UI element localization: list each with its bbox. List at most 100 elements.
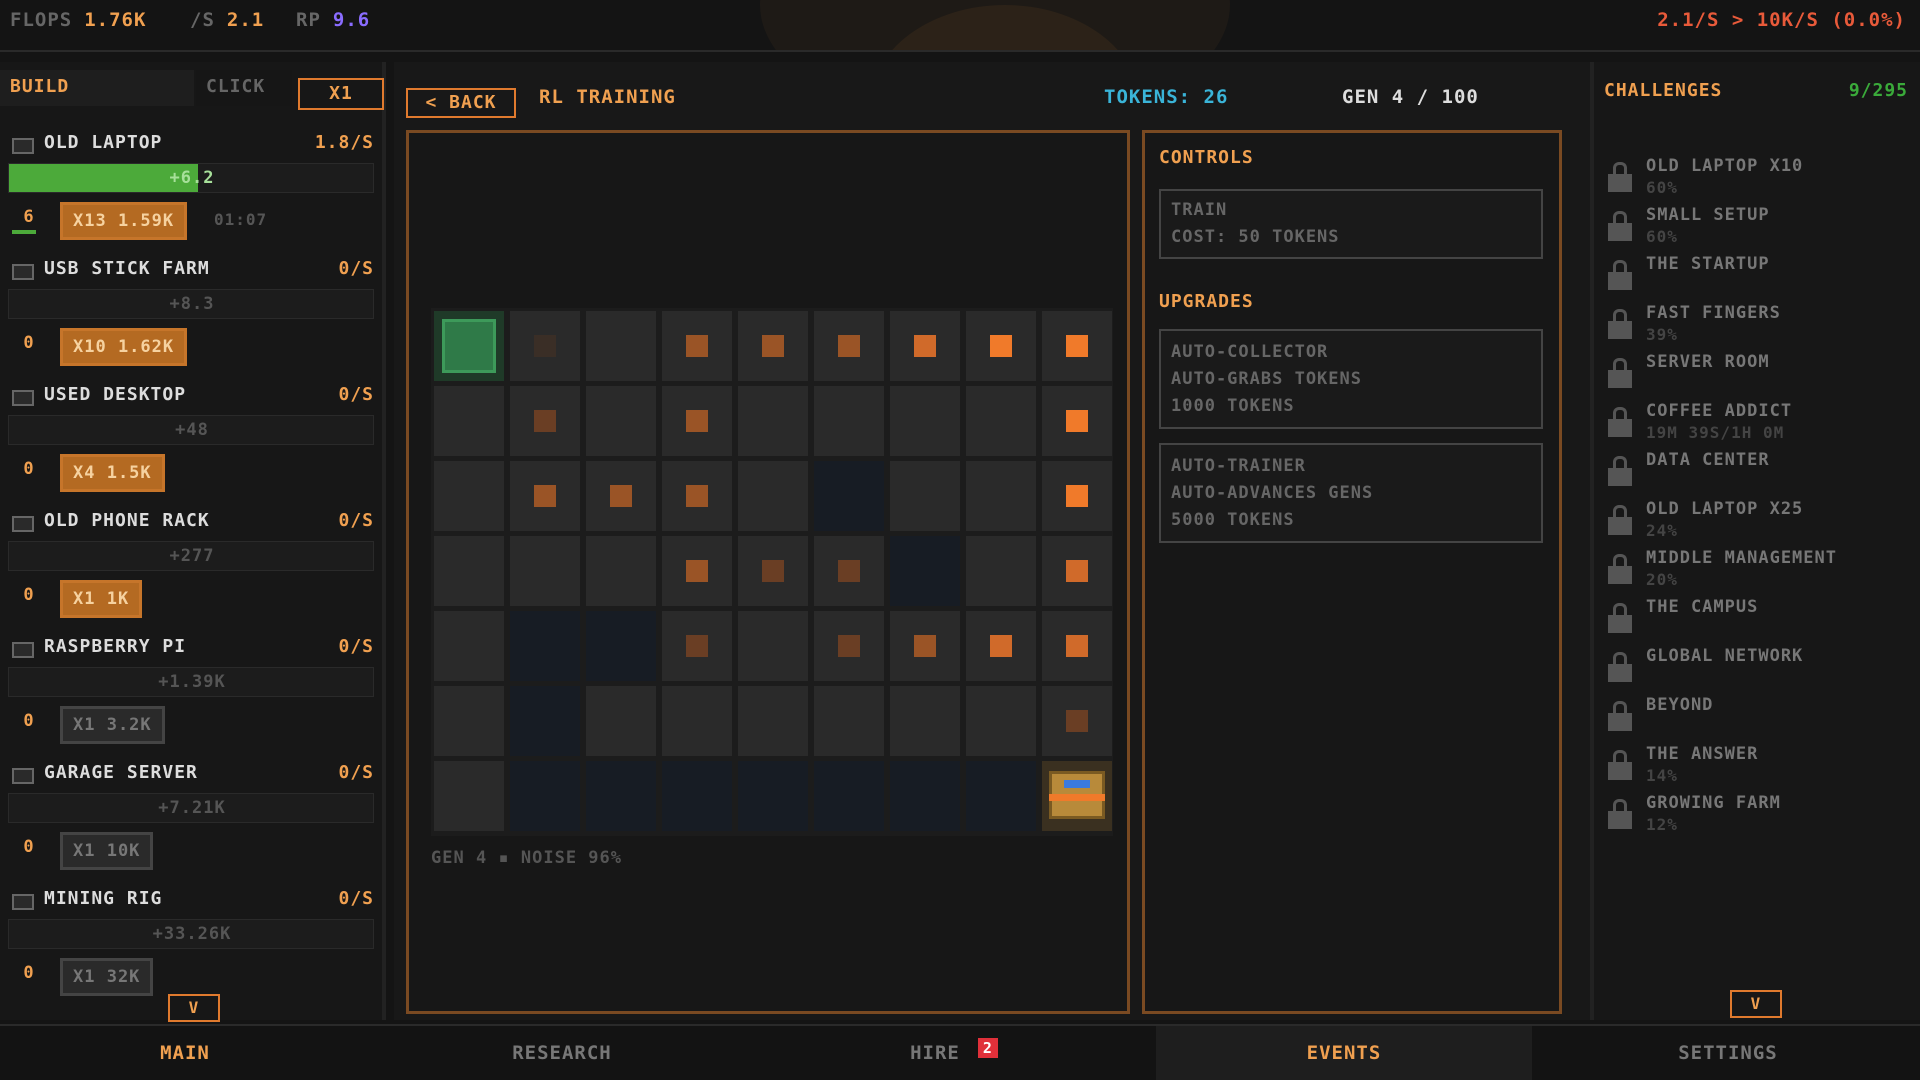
buy-button[interactable]: X1 1K [60,580,143,618]
item-progress-bar[interactable]: +7.21K [8,793,374,823]
grid-cell[interactable] [586,311,656,381]
challenge-item[interactable]: SMALL SETUP 60% [1608,203,1908,255]
grid-cell[interactable] [966,461,1036,531]
grid-cell[interactable] [662,461,732,531]
grid-cell[interactable] [434,536,504,606]
tab-hire[interactable]: HIRE 2 [754,1026,1154,1080]
grid-cell[interactable] [510,611,580,681]
grid-cell[interactable] [586,461,656,531]
item-progress-bar[interactable]: +1.39K [8,667,374,697]
item-progress-bar[interactable]: +33.26K [8,919,374,949]
grid-cell[interactable] [966,536,1036,606]
grid-cell[interactable] [738,311,808,381]
tab-main[interactable]: MAIN [0,1026,370,1080]
upgrade-auto-collector[interactable]: AUTO-COLLECTOR AUTO-GRABS TOKENS 1000 TO… [1159,329,1543,429]
grid-cell[interactable] [966,761,1036,831]
challenge-item[interactable]: OLD LAPTOP X10 60% [1608,154,1908,206]
grid-cell[interactable] [890,461,960,531]
grid-cell[interactable] [738,611,808,681]
train-button[interactable]: TRAIN COST: 50 TOKENS [1159,189,1543,259]
grid-cell[interactable] [510,686,580,756]
scroll-down-button[interactable]: V [1730,990,1782,1018]
grid-cell[interactable] [1042,311,1112,381]
grid-cell[interactable] [966,686,1036,756]
buy-button[interactable]: X1 3.2K [60,706,165,744]
grid-cell[interactable] [662,386,732,456]
grid-cell[interactable] [966,311,1036,381]
grid-cell[interactable] [510,761,580,831]
grid-cell[interactable] [738,686,808,756]
grid-cell[interactable] [1042,761,1112,831]
grid-cell[interactable] [814,611,884,681]
tab-settings[interactable]: SETTINGS [1536,1026,1920,1080]
grid-cell[interactable] [890,536,960,606]
tab-research[interactable]: RESEARCH [376,1026,748,1080]
grid-cell[interactable] [662,536,732,606]
grid-cell[interactable] [662,311,732,381]
tab-click[interactable]: CLICK [196,70,292,106]
grid-cell[interactable] [434,386,504,456]
grid-cell[interactable] [814,536,884,606]
grid-cell[interactable] [586,761,656,831]
grid-cell[interactable] [1042,461,1112,531]
grid-cell[interactable] [510,461,580,531]
challenge-item[interactable]: THE STARTUP [1608,252,1908,304]
tab-events[interactable]: EVENTS [1156,1026,1532,1080]
challenge-item[interactable]: DATA CENTER [1608,448,1908,500]
grid-cell[interactable] [738,386,808,456]
challenge-item[interactable]: THE CAMPUS [1608,595,1908,647]
challenge-item[interactable]: OLD LAPTOP X25 24% [1608,497,1908,549]
challenge-item[interactable]: COFFEE ADDICT 19M 39S/1H 0M [1608,399,1908,451]
grid-cell[interactable] [890,761,960,831]
grid-cell[interactable] [1042,686,1112,756]
buy-button[interactable]: X4 1.5K [60,454,165,492]
grid-cell[interactable] [662,761,732,831]
grid-cell[interactable] [814,311,884,381]
grid-cell[interactable] [586,386,656,456]
grid-cell[interactable] [662,611,732,681]
grid-cell[interactable] [586,686,656,756]
grid-cell[interactable] [434,686,504,756]
item-progress-bar[interactable]: +6.2 [8,163,374,193]
grid-cell[interactable] [1042,536,1112,606]
grid-cell[interactable] [814,461,884,531]
grid-cell[interactable] [814,386,884,456]
grid-cell[interactable] [738,761,808,831]
buy-button[interactable]: X1 32K [60,958,154,996]
grid-cell[interactable] [434,311,504,381]
grid-cell[interactable] [966,386,1036,456]
grid-cell[interactable] [890,311,960,381]
grid-cell[interactable] [1042,386,1112,456]
grid-cell[interactable] [510,536,580,606]
grid-cell[interactable] [510,311,580,381]
grid-cell[interactable] [434,461,504,531]
grid-cell[interactable] [586,536,656,606]
challenge-item[interactable]: BEYOND [1608,693,1908,745]
grid-cell[interactable] [738,536,808,606]
buy-button[interactable]: X1 10K [60,832,154,870]
buy-multiplier-button[interactable]: X1 [298,78,384,110]
grid-cell[interactable] [966,611,1036,681]
grid-cell[interactable] [890,386,960,456]
scroll-down-button[interactable]: V [168,994,220,1022]
grid-cell[interactable] [586,611,656,681]
grid-cell[interactable] [1042,611,1112,681]
item-progress-bar[interactable]: +8.3 [8,289,374,319]
challenge-item[interactable]: THE ANSWER 14% [1608,742,1908,794]
challenge-item[interactable]: SERVER ROOM [1608,350,1908,402]
grid-cell[interactable] [434,761,504,831]
item-progress-bar[interactable]: +277 [8,541,374,571]
grid-cell[interactable] [738,461,808,531]
grid-cell[interactable] [434,611,504,681]
challenge-item[interactable]: FAST FINGERS 39% [1608,301,1908,353]
buy-button[interactable]: X10 1.62K [60,328,188,366]
grid-cell[interactable] [814,686,884,756]
grid-cell[interactable] [890,611,960,681]
tab-build[interactable]: BUILD [0,70,194,106]
buy-button[interactable]: X13 1.59K [60,202,188,240]
grid-cell[interactable] [510,386,580,456]
upgrade-auto-trainer[interactable]: AUTO-TRAINER AUTO-ADVANCES GENS 5000 TOK… [1159,443,1543,543]
challenge-item[interactable]: MIDDLE MANAGEMENT 20% [1608,546,1908,598]
item-progress-bar[interactable]: +48 [8,415,374,445]
challenge-item[interactable]: GLOBAL NETWORK [1608,644,1908,696]
